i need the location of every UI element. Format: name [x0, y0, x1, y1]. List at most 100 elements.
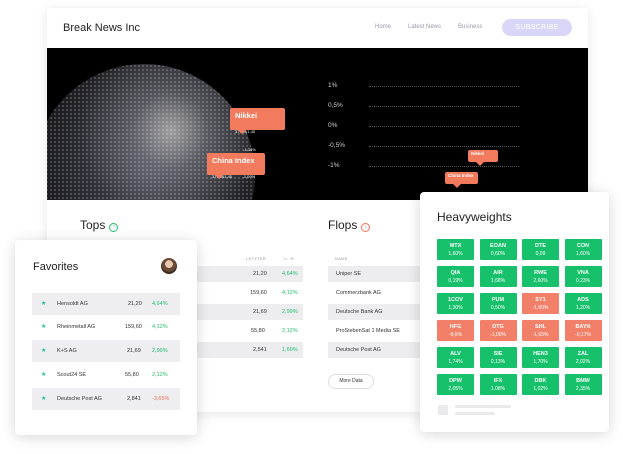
avatar[interactable]: [161, 258, 177, 274]
heavyweight-tile-ads[interactable]: ADS 1,20%: [564, 293, 602, 314]
heavyweight-tile-dte[interactable]: DTE 0,09: [522, 239, 559, 260]
tile-change: 1,02%: [533, 386, 548, 392]
tile-change: 0,23%: [575, 278, 591, 284]
tile-change: -0,17%: [575, 332, 591, 338]
flops-label: Flops: [328, 218, 358, 232]
heavyweight-tile-sie[interactable]: SIE 0,13%: [479, 347, 517, 368]
last-price: 21,69: [253, 309, 267, 315]
table-row[interactable]: Commerzbank AG: [328, 285, 420, 301]
last-price: 159,60: [125, 324, 142, 330]
table-row[interactable]: ProSiebenSat 1 Media SE: [328, 323, 420, 339]
heavyweight-tile-dpw[interactable]: DPW 2,05%: [437, 374, 474, 395]
change-pct: 2,99%: [282, 309, 298, 315]
table-row[interactable]: Deutsche Bank AG: [328, 304, 420, 320]
heavyweight-tile-bmw[interactable]: BMW 2,35%: [564, 374, 602, 395]
star-icon[interactable]: ★: [41, 323, 46, 330]
china-index-tag[interactable]: China Index 379.561,45 -1,09%: [207, 153, 265, 179]
heavyweight-tile-hfg[interactable]: HFG -9,6%: [437, 320, 474, 341]
tile-change: -1,60%: [532, 305, 549, 311]
grid-line: [369, 106, 519, 107]
heavyweight-tile-zal[interactable]: ZAL 2,02%: [564, 347, 602, 368]
tile-symbol: IFX: [493, 378, 503, 384]
heavyweight-tile-hen3[interactable]: HEN3 1,70%: [522, 347, 559, 368]
favorites-card: Favorites ★ Hensoldt AG 21,20 4,64% ★ Rh…: [15, 240, 197, 435]
axis-tick: 0,5%: [328, 102, 343, 109]
change-pct: 2,99%: [152, 348, 168, 354]
heavyweight-tile-rwe[interactable]: RWE 2,60%: [522, 266, 559, 287]
stock-name: Deutsche Post AG: [57, 396, 102, 402]
heavyweight-tile-sy1[interactable]: SY1 -1,60%: [522, 293, 559, 314]
list-item[interactable]: ★ Hensoldt AG 21,20 4,64%: [32, 293, 180, 315]
nikkei-tag[interactable]: Nikkei 379.561,45 -1,34%: [230, 108, 285, 152]
star-icon[interactable]: ★: [41, 371, 46, 378]
nav-home[interactable]: Home: [375, 24, 391, 30]
heavyweight-tile-ifx[interactable]: IFX 1,08%: [479, 374, 517, 395]
heavyweight-tile-pum[interactable]: PUM 0,50%: [479, 293, 517, 314]
nav-business[interactable]: Business: [458, 24, 482, 30]
stock-name: ProSiebenSat 1 Media SE: [336, 328, 400, 334]
table-row[interactable]: Uniper SE: [328, 266, 420, 282]
nikkei-mini-tag[interactable]: Nikkei: [468, 150, 498, 166]
flops-title: Flops ↓: [328, 218, 371, 232]
nav-latest-news[interactable]: Latest News: [408, 24, 441, 30]
column-header-name[interactable]: NAME: [335, 256, 348, 261]
heavyweight-tile-bayn[interactable]: BAYN -0,17%: [564, 320, 602, 341]
tile-symbol: CON: [576, 243, 590, 249]
tile-change: 0,19%: [448, 278, 463, 284]
star-icon[interactable]: ★: [41, 347, 46, 354]
tile-symbol: SY1: [535, 297, 546, 303]
last-price: 55,80: [251, 328, 265, 334]
last-price: 2,841: [127, 396, 141, 402]
last-price: 159,60: [250, 290, 267, 296]
list-item[interactable]: ★ Rheinmetall AG 159,60 4,12%: [32, 316, 180, 338]
table-row[interactable]: 21,69 2,99%: [197, 304, 303, 320]
change-pct: 2,12%: [282, 328, 298, 334]
tile-change: 2,60%: [533, 278, 548, 284]
tag-title: Nikkei: [235, 111, 258, 120]
tile-symbol: RWE: [534, 270, 547, 276]
china-index-mini-tag[interactable]: China Index: [445, 172, 478, 188]
column-header-last[interactable]: LETZTER: [246, 256, 266, 261]
column-header-change[interactable]: +/- %: [283, 256, 294, 261]
heavyweight-tile-qia[interactable]: QIA 0,19%: [437, 266, 474, 287]
heavyweight-tile-1cov[interactable]: 1COV 1,30%: [437, 293, 474, 314]
tile-change: 1,30%: [448, 305, 463, 311]
axis-tick: -1%: [328, 162, 340, 169]
heavyweight-tile-vna[interactable]: VNA 0,23%: [564, 266, 602, 287]
change-pct: 1,60%: [282, 347, 298, 353]
site-header: Break News Inc Home Latest News Business…: [47, 8, 588, 48]
heavyweight-tile-alv[interactable]: ALV 1,74%: [437, 347, 474, 368]
table-row[interactable]: 159,60 4,12%: [197, 285, 303, 301]
stock-name: Hensoldt AG: [57, 301, 88, 307]
table-row[interactable]: 2,541 1,60%: [197, 342, 303, 358]
star-icon[interactable]: ★: [41, 395, 46, 402]
heavyweight-tile-con[interactable]: CON 1,60%: [564, 239, 602, 260]
brand-logo[interactable]: Break News Inc: [63, 22, 140, 34]
tile-symbol: SHL: [535, 324, 546, 330]
heavyweight-tile-mtx[interactable]: MTX 1,60%: [437, 239, 474, 260]
star-icon[interactable]: ★: [41, 300, 46, 307]
stock-name: Commerzbank AG: [336, 290, 381, 296]
list-item[interactable]: ★ K+S AG 21,69 2,99%: [32, 340, 180, 362]
stock-name: Deutsche Bank AG: [336, 309, 383, 315]
heavyweight-tile-air[interactable]: AIR 1,68%: [479, 266, 517, 287]
heavyweight-tile-eoan[interactable]: EOAN 0,60%: [479, 239, 517, 260]
list-item[interactable]: ★ Scout24 SE 55,80 2,12%: [32, 364, 180, 386]
heavyweight-tile-shl[interactable]: SHL -1,65%: [522, 320, 559, 341]
table-row[interactable]: 55,80 2,12%: [197, 323, 303, 339]
tile-change: 2,05%: [448, 386, 463, 392]
stock-name: Uniper SE: [336, 271, 362, 277]
hero-banner: Nikkei 379.561,45 -1,34% China Index 379…: [47, 48, 588, 200]
list-item[interactable]: ★ Deutsche Post AG 2,841 -3,65%: [32, 388, 180, 410]
tile-change: 1,60%: [575, 251, 591, 257]
table-row[interactable]: Deutsche Post AG: [328, 342, 420, 358]
tag-title: Nikkei: [471, 151, 485, 156]
tile-symbol: BAYN: [575, 324, 591, 330]
heavyweight-tile-dtg[interactable]: DTG -1,00%: [479, 320, 517, 341]
tile-change: 0,50%: [490, 305, 506, 311]
change-pct: 2,12%: [152, 372, 168, 378]
table-row[interactable]: 21,20 4,64%: [197, 266, 303, 282]
more-data-button[interactable]: More Data: [328, 374, 374, 389]
subscribe-button[interactable]: SUBSCRIBE: [502, 19, 572, 36]
heavyweight-tile-dbk[interactable]: DBK 1,02%: [522, 374, 559, 395]
